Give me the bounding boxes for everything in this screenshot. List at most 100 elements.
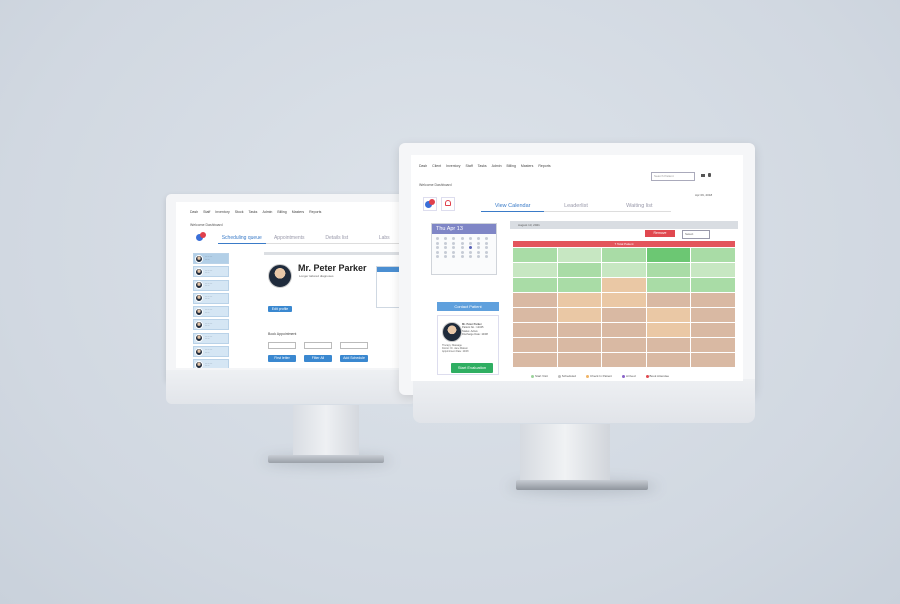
- schedule-cell[interactable]: [557, 323, 602, 337]
- tab-scheduling[interactable]: Scheduling queue: [218, 233, 266, 244]
- nav-item[interactable]: Reports: [309, 210, 321, 214]
- add-schedule-button[interactable]: Add Schedule: [340, 355, 368, 362]
- schedule-cell[interactable]: [691, 263, 735, 277]
- nav-item[interactable]: Masters: [521, 164, 533, 168]
- schedule-cell[interactable]: [691, 338, 735, 352]
- schedule-cell[interactable]: [513, 263, 557, 277]
- schedule-cell[interactable]: [646, 338, 691, 352]
- nav-item[interactable]: Stock: [235, 210, 244, 214]
- first-letter-button[interactable]: First letter: [268, 355, 296, 362]
- patient-details: Therapy: Massage Doctor: Dr. Jane Watson…: [442, 344, 468, 353]
- avatar: [195, 294, 203, 303]
- search-input[interactable]: Search Patient: [651, 172, 695, 181]
- filter-select[interactable]: [268, 342, 296, 349]
- filter-select[interactable]: [340, 342, 368, 349]
- list-item[interactable]: — — — — —: [193, 359, 229, 368]
- schedule-cell[interactable]: [646, 293, 691, 307]
- nav-item[interactable]: Tasks: [478, 164, 487, 168]
- tab-view-calendar[interactable]: View Calendar: [481, 201, 545, 212]
- schedule-cell[interactable]: [646, 278, 691, 292]
- list-item[interactable]: — — — — —: [193, 266, 229, 278]
- list-item[interactable]: — — — — —: [193, 279, 229, 291]
- schedule-cell[interactable]: [691, 308, 735, 322]
- schedule-cell[interactable]: [691, 278, 735, 292]
- list-item[interactable]: — — — — —: [193, 332, 229, 344]
- app-logo-icon: [196, 232, 208, 242]
- list-item[interactable]: — — — — —: [193, 253, 229, 264]
- schedule-cell[interactable]: [557, 353, 602, 367]
- schedule-cell[interactable]: [646, 353, 691, 367]
- schedule-cell[interactable]: [691, 248, 735, 262]
- schedule-cell[interactable]: [602, 278, 646, 292]
- nav-item[interactable]: Reports: [538, 164, 550, 168]
- schedule-cell[interactable]: [602, 308, 646, 322]
- list-item[interactable]: — — — — —: [193, 319, 229, 331]
- list-item[interactable]: — — — — —: [193, 346, 229, 358]
- page-title: Welcome Dashboard: [419, 183, 452, 187]
- schedule-cell[interactable]: [602, 353, 646, 367]
- remove-button[interactable]: Remove: [645, 230, 675, 237]
- schedule-cell[interactable]: [602, 338, 646, 352]
- nav-item[interactable]: Billing: [277, 210, 286, 214]
- bell-icon[interactable]: [441, 197, 455, 211]
- schedule-cell[interactable]: [513, 278, 557, 292]
- calendar-days[interactable]: [432, 234, 496, 261]
- tab-leaderlist[interactable]: Leaderlist: [544, 201, 608, 212]
- schedule-cell[interactable]: [691, 323, 735, 337]
- mail-icon[interactable]: [701, 174, 705, 177]
- nav-item[interactable]: Staff: [203, 210, 210, 214]
- schedule-cell[interactable]: [602, 323, 646, 337]
- nav-item[interactable]: Admin: [262, 210, 272, 214]
- patient-info: Mr. Peter Parker Patient No.: 12345 Stat…: [462, 323, 488, 336]
- nav-item[interactable]: Tasks: [248, 210, 257, 214]
- schedule-cell[interactable]: [513, 293, 557, 307]
- schedule-cell[interactable]: [602, 293, 646, 307]
- schedule-cell[interactable]: [513, 308, 557, 322]
- tab-details[interactable]: Details list: [313, 233, 361, 244]
- schedule-cell[interactable]: [646, 323, 691, 337]
- schedule-cell[interactable]: [557, 308, 602, 322]
- schedule-cell[interactable]: [557, 338, 602, 352]
- schedule-cell[interactable]: [513, 338, 557, 352]
- nav-item[interactable]: Dash: [190, 210, 198, 214]
- schedule-cell[interactable]: [602, 263, 646, 277]
- avatar: [195, 254, 203, 263]
- schedule-cell[interactable]: [557, 278, 602, 292]
- schedule-cell[interactable]: [513, 323, 557, 337]
- user-icon[interactable]: [708, 173, 711, 177]
- nav-item[interactable]: Admin: [492, 164, 502, 168]
- schedule-cell[interactable]: [557, 263, 602, 277]
- schedule-cell[interactable]: [513, 248, 557, 262]
- list-item[interactable]: — — — — —: [193, 306, 229, 318]
- nav-item[interactable]: Client: [432, 164, 441, 168]
- legend-item: Check In Patient: [585, 374, 612, 378]
- front-monitor: Dash Client Inventory Staff Tasks Admin …: [399, 143, 755, 425]
- schedule-cell[interactable]: [646, 263, 691, 277]
- legend-label: Check In Patient: [589, 374, 612, 378]
- tab-appointments[interactable]: Appointments: [265, 233, 313, 244]
- list-item[interactable]: — — — — —: [193, 292, 229, 304]
- schedule-cell[interactable]: [646, 248, 691, 262]
- schedule-cell[interactable]: [513, 353, 557, 367]
- nav-item[interactable]: Dash: [419, 164, 427, 168]
- schedule-cell[interactable]: [557, 293, 602, 307]
- list-item-text: — — — — —: [205, 256, 213, 261]
- legend-dot: [557, 374, 561, 378]
- schedule-cell[interactable]: [691, 353, 735, 367]
- tab-waiting-list[interactable]: Waiting list: [607, 201, 671, 212]
- schedule-cell[interactable]: [646, 308, 691, 322]
- nav-item[interactable]: Staff: [466, 164, 473, 168]
- edit-profile-button[interactable]: Edit profile: [268, 306, 292, 312]
- nav-item[interactable]: Inventory: [446, 164, 460, 168]
- schedule-cell[interactable]: [691, 293, 735, 307]
- nav-item[interactable]: Inventory: [215, 210, 229, 214]
- nav-item[interactable]: Masters: [292, 210, 304, 214]
- schedule-cell[interactable]: [557, 248, 602, 262]
- schedule-cell[interactable]: [602, 248, 646, 262]
- nav-item[interactable]: Billing: [507, 164, 516, 168]
- filter-select[interactable]: [304, 342, 332, 349]
- filter-all-button[interactable]: Filter All: [304, 355, 332, 362]
- provider-select[interactable]: Select: [682, 230, 710, 239]
- start-evaluation-button[interactable]: Start Evaluation: [451, 363, 493, 373]
- contact-patient-button[interactable]: Contact Patient: [437, 302, 499, 311]
